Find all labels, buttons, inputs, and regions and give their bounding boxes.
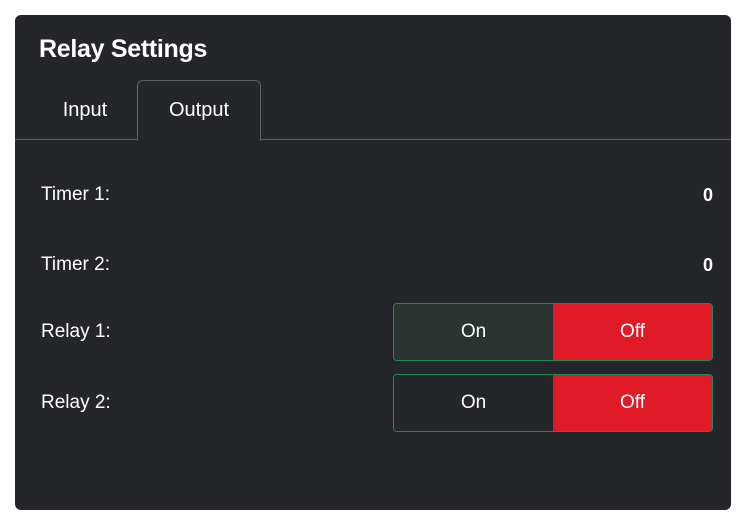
- relay-settings-panel: Relay Settings Input Output Timer 1: 0 T…: [15, 15, 731, 510]
- relay-1-row: Relay 1: On Off: [41, 302, 713, 362]
- panel-title: Relay Settings: [39, 35, 208, 63]
- timer-1-value: 0: [702, 184, 713, 205]
- relay-1-toggle: On Off: [393, 303, 713, 361]
- relay-1-off-button[interactable]: Off: [553, 304, 712, 360]
- tab-input-label: Input: [62, 98, 108, 121]
- relay-2-label: Relay 2:: [41, 392, 111, 413]
- tab-output[interactable]: Output: [137, 80, 261, 141]
- relay-2-on-button[interactable]: On: [394, 375, 553, 431]
- timer-2-label: Timer 2:: [41, 254, 110, 275]
- relay-2-off-button[interactable]: Off: [553, 375, 712, 431]
- relay-1-label: Relay 1:: [41, 321, 111, 342]
- timer-2-row: Timer 2: 0: [41, 235, 713, 295]
- relay-2-toggle: On Off: [393, 374, 713, 432]
- timer-1-row: Timer 1: 0: [41, 165, 713, 225]
- tabs-divider: [15, 139, 731, 140]
- timer-2-value: 0: [702, 254, 713, 275]
- relay-1-on-button[interactable]: On: [394, 304, 553, 360]
- tab-output-label: Output: [168, 99, 230, 121]
- timer-1-label: Timer 1:: [41, 184, 110, 205]
- tab-input[interactable]: Input: [37, 80, 133, 140]
- relay-2-row: Relay 2: On Off: [41, 373, 713, 433]
